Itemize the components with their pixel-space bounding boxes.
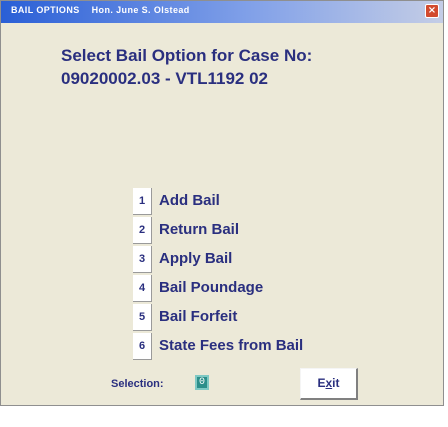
option-key[interactable]: 5: [133, 304, 152, 331]
window-title: BAIL OPTIONS Hon. June S. Olstead: [11, 5, 190, 15]
option-label[interactable]: Return Bail: [159, 221, 239, 238]
option-key[interactable]: 2: [133, 217, 152, 244]
option-add-bail[interactable]: 1 Add Bail: [133, 188, 393, 218]
selection-input[interactable]: [195, 375, 209, 390]
option-label[interactable]: State Fees from Bail: [159, 337, 303, 354]
option-label[interactable]: Apply Bail: [159, 250, 232, 267]
option-key[interactable]: 3: [133, 246, 152, 273]
option-label[interactable]: Bail Poundage: [159, 279, 263, 296]
option-bail-forfeit[interactable]: 5 Bail Forfeit: [133, 304, 393, 334]
option-state-fees[interactable]: 6 State Fees from Bail: [133, 333, 393, 363]
bail-options-window: BAIL OPTIONS Hon. June S. Olstead × Selec…: [0, 0, 444, 406]
close-button[interactable]: ×: [425, 4, 439, 18]
title-bar[interactable]: BAIL OPTIONS Hon. June S. Olstead ×: [1, 1, 443, 23]
option-key[interactable]: 6: [133, 333, 152, 360]
option-key[interactable]: 1: [133, 188, 152, 215]
selection-label: Selection:: [111, 378, 164, 390]
option-label[interactable]: Bail Forfeit: [159, 308, 237, 325]
heading-line-1: Select Bail Option for Case No:: [61, 46, 313, 65]
option-bail-poundage[interactable]: 4 Bail Poundage: [133, 275, 393, 305]
exit-label-suffix: it: [332, 376, 340, 390]
option-apply-bail[interactable]: 3 Apply Bail: [133, 246, 393, 276]
close-icon: ×: [427, 5, 437, 16]
option-key[interactable]: 4: [133, 275, 152, 302]
window-title-name: BAIL OPTIONS: [11, 5, 80, 15]
option-label[interactable]: Add Bail: [159, 192, 220, 209]
window-title-judge: Hon. June S. Olstead: [91, 5, 190, 15]
exit-button[interactable]: Exit: [300, 368, 358, 400]
option-return-bail[interactable]: 2 Return Bail: [133, 217, 393, 247]
case-number: 09020002.03 - VTL1192 02: [61, 69, 268, 88]
